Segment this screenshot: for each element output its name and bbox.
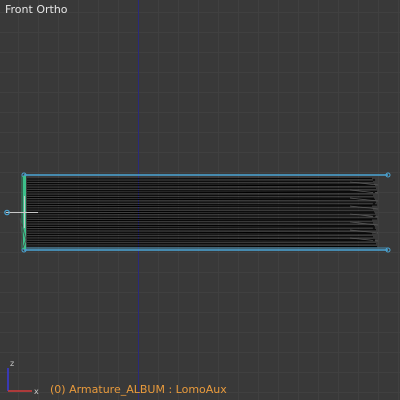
mesh-edge	[26, 226, 376, 228]
viewport-canvas[interactable]	[0, 0, 400, 400]
axis-gizmo: z x	[7, 359, 39, 396]
mesh-edge	[26, 183, 375, 185]
mesh-edge	[26, 240, 376, 242]
mesh-edge	[26, 197, 375, 199]
mesh-vertex	[372, 178, 376, 182]
mesh-edge	[26, 205, 373, 208]
gizmo-x-label: x	[34, 387, 39, 396]
mesh-edge	[26, 231, 378, 234]
mesh-edge	[26, 177, 373, 180]
mesh-edge	[26, 210, 375, 213]
gizmo-z-label: z	[10, 359, 14, 368]
view-label: Front Ortho	[5, 3, 68, 16]
mesh-edge	[26, 190, 378, 192]
mesh-vertex	[372, 214, 376, 218]
mesh-edge	[26, 203, 378, 206]
mesh-edge	[26, 238, 375, 241]
mesh-edge	[26, 233, 373, 235]
mesh-edge	[26, 219, 373, 222]
mesh-edge	[26, 184, 376, 187]
mesh-edge	[26, 217, 378, 220]
mesh-vertex	[372, 202, 376, 206]
mesh-vertex	[372, 190, 376, 194]
mesh-edge	[26, 191, 373, 194]
mesh-edge	[26, 212, 376, 215]
mesh-edge	[26, 224, 375, 227]
mesh-edge	[26, 198, 376, 201]
3d-viewport[interactable]: Front Ortho z x (0) Armature_ALBUM : Lom…	[0, 0, 400, 400]
mesh-vertex	[372, 226, 376, 230]
object-info-label: (0) Armature_ALBUM : LomoAux	[50, 383, 227, 396]
mesh-vertex	[372, 238, 376, 242]
mesh-edge	[26, 245, 378, 248]
